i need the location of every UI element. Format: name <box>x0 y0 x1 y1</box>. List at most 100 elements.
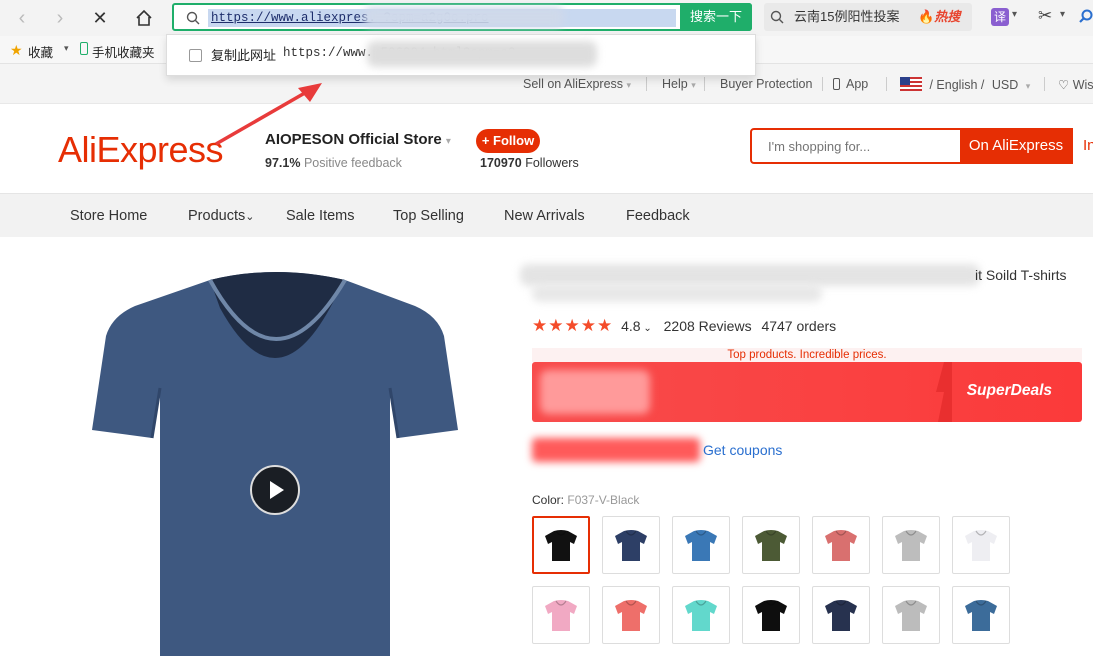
home-icon[interactable] <box>132 6 156 30</box>
nav-store-home[interactable]: Store Home <box>70 208 147 224</box>
tshirt-icon <box>895 530 927 561</box>
address-bar[interactable]: https://www.aliexpres. ?spm=a2g0o.pro 搜索… <box>172 3 752 31</box>
sell-link[interactable]: Sell on AliExpress ▾ <box>523 77 631 91</box>
color-swatch[interactable] <box>602 516 660 574</box>
buyer-protection-link[interactable]: Buyer Protection <box>720 77 812 91</box>
product-title: it Soild T-shirts <box>975 267 1067 283</box>
blurred-region <box>367 41 597 67</box>
follow-button[interactable]: + Follow <box>476 129 540 153</box>
chevron-down-icon[interactable]: ▾ <box>1012 9 1017 20</box>
site-search: On AliExpress In <box>750 128 1093 164</box>
wishlist-label: Wis <box>1072 78 1093 92</box>
blurred-title <box>520 264 980 286</box>
chevron-down-icon: ▾ <box>691 80 696 90</box>
wishlist-link[interactable]: ♡ Wis <box>1058 77 1093 92</box>
search-icon <box>186 11 200 25</box>
back-arrow-icon[interactable]: ‹ <box>10 6 34 30</box>
color-swatch[interactable] <box>882 586 940 644</box>
nav-feedback[interactable]: Feedback <box>626 208 690 224</box>
chevron-down-icon[interactable]: ▾ <box>64 43 69 54</box>
followers-number: 170970 <box>480 156 522 170</box>
blurred-price <box>540 370 650 414</box>
chevron-down-icon: ▾ <box>1025 81 1031 91</box>
product-image[interactable] <box>60 258 490 656</box>
hot-search-text: 云南15例阳性投案 <box>794 9 900 24</box>
store-nav: Store Home Products⌄ Sale Items Top Sell… <box>0 193 1093 237</box>
bookmark-fav[interactable]: 收藏 <box>28 42 53 61</box>
forward-arrow-icon[interactable]: › <box>48 6 72 30</box>
translate-icon[interactable]: 译 <box>991 8 1009 26</box>
url-dropdown: 复制此网址 https://www. 506994.html?spm=a2… <box>166 34 756 76</box>
tshirt-icon <box>825 600 857 631</box>
blurred-region <box>364 7 564 27</box>
hot-search-badge: 🔥热搜 <box>918 3 960 31</box>
nav-sale-items[interactable]: Sale Items <box>286 208 355 224</box>
video-play-button[interactable] <box>250 465 300 515</box>
color-swatch[interactable] <box>602 586 660 644</box>
color-swatch[interactable] <box>812 516 870 574</box>
app-label: App <box>846 77 869 91</box>
us-flag-icon <box>900 77 922 91</box>
hot-search-box[interactable]: 云南15例阳性投案 🔥热搜 <box>764 3 972 31</box>
tagline: Top products. Incredible prices. <box>532 348 1082 362</box>
bookmark-mobile[interactable]: 手机收藏夹 <box>92 42 155 61</box>
color-swatch[interactable] <box>742 586 800 644</box>
orders-count: 4747 orders <box>761 318 837 334</box>
divider <box>646 77 647 91</box>
help-link[interactable]: Help ▾ <box>662 77 696 91</box>
color-swatch[interactable] <box>952 586 1010 644</box>
superdeals-banner[interactable]: SuperDeals <box>532 362 1082 422</box>
phone-icon <box>833 78 840 90</box>
color-swatch[interactable] <box>812 586 870 644</box>
nav-new-arrivals[interactable]: New Arrivals <box>504 208 585 224</box>
color-swatch[interactable] <box>882 516 940 574</box>
star-icon: ★ <box>10 42 23 58</box>
search-in-store-button[interactable]: In <box>1072 128 1093 164</box>
aliexpress-logo[interactable]: AliExpress <box>58 129 224 171</box>
nav-products[interactable]: Products⌄ <box>188 208 254 224</box>
divider <box>886 77 887 91</box>
search-input[interactable] <box>752 130 960 162</box>
followers-count: 170970 Followers <box>480 156 579 170</box>
color-swatch[interactable] <box>672 516 730 574</box>
close-icon[interactable]: ✕ <box>88 6 112 30</box>
tshirt-icon <box>755 530 787 561</box>
copy-url-checkbox[interactable] <box>189 49 202 62</box>
feedback-percent: 97.1% <box>265 156 301 170</box>
lightning-divider-icon <box>936 362 952 422</box>
hot-label: 热搜 <box>934 9 961 24</box>
app-link[interactable]: App <box>833 77 868 91</box>
search-aliexpress-button[interactable]: On AliExpress <box>960 128 1072 164</box>
chevron-down-icon[interactable]: ⌄ <box>641 323 651 334</box>
search-icon[interactable] <box>1078 9 1093 25</box>
chevron-down-icon: ⌄ <box>245 211 255 223</box>
help-label: Help <box>662 77 688 91</box>
reviews-count[interactable]: 2208 Reviews <box>664 318 752 334</box>
tshirt-icon <box>895 600 927 631</box>
nav-top-selling[interactable]: Top Selling <box>393 208 464 224</box>
color-label: Color: F037-V-Black <box>532 493 639 507</box>
followers-label: Followers <box>525 156 579 170</box>
chevron-down-icon[interactable]: ▾ <box>1060 9 1065 20</box>
color-swatch[interactable] <box>742 516 800 574</box>
store-feedback: 97.1% Positive feedback <box>265 156 402 170</box>
superdeals-label: SuperDeals <box>966 382 1052 399</box>
get-coupons-link[interactable]: Get coupons <box>703 442 782 458</box>
tshirt-icon <box>755 600 787 631</box>
color-swatch[interactable] <box>952 516 1010 574</box>
color-swatch[interactable] <box>532 516 590 574</box>
tshirt-icon <box>965 600 997 631</box>
star-icon: ★★★★★ <box>532 316 614 335</box>
scissors-icon[interactable]: ✂ <box>1038 6 1052 26</box>
divider <box>822 77 823 91</box>
address-search-button[interactable]: 搜索一下 <box>680 3 752 31</box>
rating-value: 4.8 <box>621 318 641 334</box>
copy-url-label[interactable]: 复制此网址 <box>211 45 276 64</box>
language-selector[interactable]: / English / USD ▾ <box>900 77 1030 92</box>
store-header: AliExpress AIOPESON Official Store ▾ 97.… <box>0 105 1093 193</box>
color-swatch[interactable] <box>672 586 730 644</box>
color-swatch[interactable] <box>532 586 590 644</box>
flame-icon: 🔥 <box>918 9 935 24</box>
rating-row: ★★★★★ 4.8 ⌄ 2208 Reviews 4747 orders <box>532 316 836 336</box>
search-icon <box>770 10 784 24</box>
